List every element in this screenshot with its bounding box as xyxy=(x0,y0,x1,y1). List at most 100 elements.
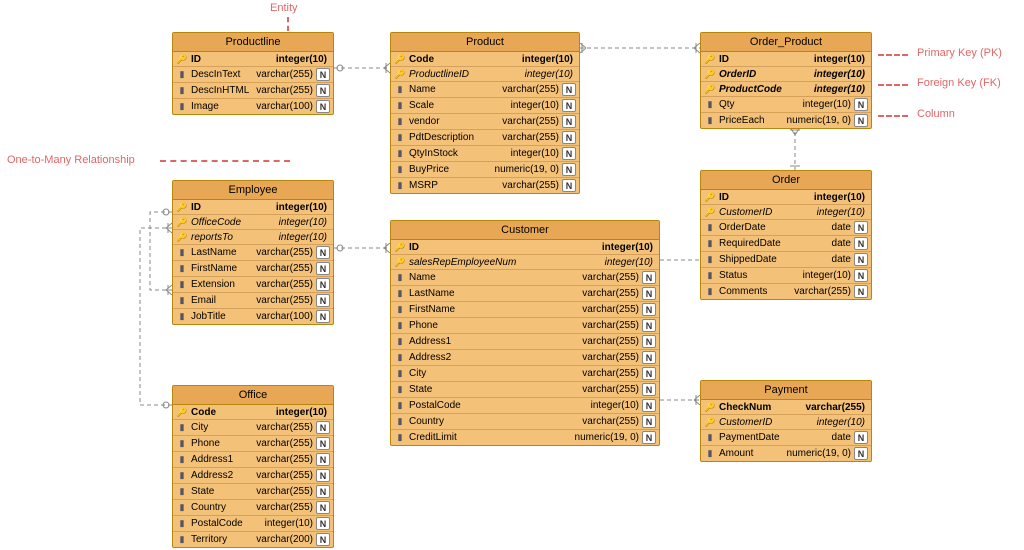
column-type: date xyxy=(832,432,851,443)
column-name: PostalCode xyxy=(191,518,265,529)
column-name: JobTitle xyxy=(191,311,256,322)
table-row: ▮QtyInStockinteger(10)N xyxy=(391,146,579,162)
column-name: FirstName xyxy=(409,304,582,315)
column-name: CheckNum xyxy=(719,402,806,413)
foreign-key-icon: 🔑 xyxy=(704,416,716,428)
column-name: ID xyxy=(191,202,276,213)
column-icon: ▮ xyxy=(394,288,406,300)
column-type: varchar(255) xyxy=(582,384,639,395)
column-name: ID xyxy=(719,54,814,65)
column-icon: ▮ xyxy=(704,286,716,298)
column-name: Phone xyxy=(409,320,582,331)
column-name: CustomerID xyxy=(719,207,817,218)
table-row: ▮Address2varchar(255)N xyxy=(391,350,659,366)
column-type: varchar(255) xyxy=(582,288,639,299)
column-type: varchar(255) xyxy=(502,116,559,127)
column-type: varchar(100) xyxy=(256,311,313,322)
table-row: ▮ShippedDatedateN xyxy=(701,252,871,268)
column-name: Name xyxy=(409,272,582,283)
entity-title: Customer xyxy=(391,221,659,240)
column-name: ProductlineID xyxy=(409,69,525,80)
column-type: varchar(255) xyxy=(256,279,313,290)
nullable-badge: N xyxy=(642,319,656,332)
table-row: ▮Countryvarchar(255)N xyxy=(173,500,333,516)
column-type: varchar(255) xyxy=(256,486,313,497)
table-row: 🔑Codeinteger(10) xyxy=(391,52,579,67)
nullable-badge: N xyxy=(316,84,330,97)
table-row: 🔑CheckNumvarchar(255) xyxy=(701,400,871,415)
column-icon: ▮ xyxy=(394,164,406,176)
column-icon: ▮ xyxy=(394,84,406,96)
entity-title: Office xyxy=(173,386,333,405)
table-row: ▮OrderDatedateN xyxy=(701,220,871,236)
nullable-badge: N xyxy=(642,335,656,348)
nullable-badge: N xyxy=(316,262,330,275)
table-row: ▮Commentsvarchar(255)N xyxy=(701,284,871,299)
column-type: varchar(255) xyxy=(582,352,639,363)
column-type: varchar(255) xyxy=(806,402,865,413)
column-icon: ▮ xyxy=(704,448,716,460)
table-row: ▮FirstNamevarchar(255)N xyxy=(391,302,659,318)
column-type: integer(10) xyxy=(814,84,865,95)
column-type: integer(10) xyxy=(602,242,653,253)
column-icon: ▮ xyxy=(704,254,716,266)
column-icon: ▮ xyxy=(176,85,188,97)
column-name: Code xyxy=(409,54,522,65)
column-name: Status xyxy=(719,270,803,281)
nullable-badge: N xyxy=(642,415,656,428)
column-icon: ▮ xyxy=(394,352,406,364)
annotation-pk: Primary Key (PK) xyxy=(917,47,1002,59)
annotation-entity: Entity xyxy=(270,2,298,14)
nullable-badge: N xyxy=(854,431,868,444)
foreign-key-icon: 🔑 xyxy=(704,206,716,218)
foreign-key-icon: 🔑 xyxy=(176,231,188,243)
column-type: varchar(255) xyxy=(256,502,313,513)
table-row: ▮Cityvarchar(255)N xyxy=(391,366,659,382)
table-row: ▮PostalCodeinteger(10)N xyxy=(391,398,659,414)
table-row: 🔑OrderIDinteger(10) xyxy=(701,67,871,82)
nullable-badge: N xyxy=(562,163,576,176)
table-row: 🔑ProductlineIDinteger(10) xyxy=(391,67,579,82)
nullable-badge: N xyxy=(562,147,576,160)
column-type: varchar(255) xyxy=(582,368,639,379)
column-name: DescInText xyxy=(191,69,256,80)
table-row: ▮Cityvarchar(255)N xyxy=(173,420,333,436)
column-type: integer(10) xyxy=(525,69,573,80)
entity-office: Office🔑Codeinteger(10)▮Cityvarchar(255)N… xyxy=(172,385,334,548)
table-row: ▮LastNamevarchar(255)N xyxy=(391,286,659,302)
table-row: 🔑IDinteger(10) xyxy=(701,190,871,205)
column-icon: ▮ xyxy=(176,101,188,113)
column-name: Comments xyxy=(719,286,794,297)
table-row: ▮Qtyinteger(10)N xyxy=(701,97,871,113)
column-icon: ▮ xyxy=(176,470,188,482)
column-name: vendor xyxy=(409,116,502,127)
table-row: ▮FirstNamevarchar(255)N xyxy=(173,261,333,277)
nullable-badge: N xyxy=(854,98,868,111)
column-type: varchar(255) xyxy=(256,295,313,306)
column-icon: ▮ xyxy=(704,238,716,250)
nullable-badge: N xyxy=(854,269,868,282)
column-type: integer(10) xyxy=(276,202,327,213)
table-row: ▮MSRPvarchar(255)N xyxy=(391,178,579,193)
column-name: PdtDescription xyxy=(409,132,502,143)
column-type: integer(10) xyxy=(814,69,865,80)
table-row: ▮PriceEachnumeric(19, 0)N xyxy=(701,113,871,128)
table-row: 🔑Codeinteger(10) xyxy=(173,405,333,420)
nullable-badge: N xyxy=(316,533,330,546)
table-row: ▮Statusinteger(10)N xyxy=(701,268,871,284)
column-icon: ▮ xyxy=(176,247,188,259)
table-row: 🔑CustomerIDinteger(10) xyxy=(701,205,871,220)
table-row: ▮vendorvarchar(255)N xyxy=(391,114,579,130)
nullable-badge: N xyxy=(316,501,330,514)
nullable-badge: N xyxy=(316,278,330,291)
column-name: salesRepEmployeeNum xyxy=(409,257,605,268)
column-type: varchar(200) xyxy=(256,534,313,545)
column-type: integer(10) xyxy=(279,232,327,243)
column-icon: ▮ xyxy=(394,304,406,316)
column-name: Address1 xyxy=(191,454,256,465)
table-row: 🔑salesRepEmployeeNuminteger(10) xyxy=(391,255,659,270)
column-icon: ▮ xyxy=(176,422,188,434)
column-type: integer(10) xyxy=(817,207,865,218)
nullable-badge: N xyxy=(854,237,868,250)
column-type: integer(10) xyxy=(803,270,851,281)
